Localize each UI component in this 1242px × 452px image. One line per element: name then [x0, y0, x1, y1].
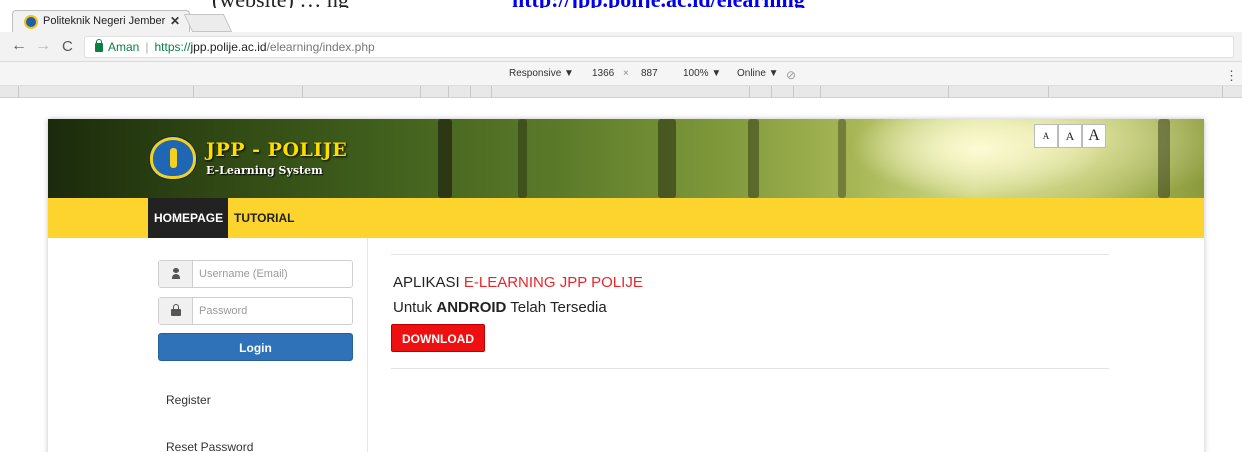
font-size-small-button[interactable]: A [1034, 124, 1058, 148]
banner-tree-trunk [438, 119, 452, 198]
network-throttle-dropdown[interactable]: Online ▼ [737, 68, 779, 79]
divider [391, 368, 1109, 369]
register-link[interactable]: Register [166, 393, 211, 407]
tab-strip: Politeknik Negeri Jember ✕ [0, 8, 1242, 32]
lock-icon [171, 304, 181, 316]
app-title-prefix: APLIKASI [393, 274, 464, 291]
app-announcement-subtitle: Untuk ANDROID Telah Tersedia [393, 299, 607, 316]
username-addon [159, 261, 193, 287]
device-toolbar: Responsive ▼ 1366 × 887 100% ▼ Online ▼ … [0, 62, 1242, 86]
reload-icon[interactable]: C [62, 38, 73, 55]
password-addon [159, 298, 193, 324]
url-separator: | [145, 40, 149, 54]
page-viewport: JPP - POLIJE E-Learning System A A A HOM… [0, 98, 1242, 452]
login-button[interactable]: Login [158, 333, 353, 361]
polije-logo-icon[interactable] [150, 137, 196, 179]
url-host: jpp.polije.ac.id [190, 40, 267, 54]
divider [391, 254, 1109, 255]
site-favicon-icon [24, 15, 38, 29]
main-content: APLIKASI E-LEARNING JPP POLIJE Untuk AND… [391, 238, 1109, 452]
nav-tutorial[interactable]: TUTORIAL [228, 198, 300, 238]
new-tab-button[interactable] [183, 14, 233, 32]
reset-password-link[interactable]: Reset Password [166, 440, 253, 452]
url-path: /elearning/index.php [266, 40, 375, 54]
font-size-switcher: A A A [1034, 124, 1106, 148]
username-input[interactable] [199, 266, 344, 282]
logo-title: JPP - POLIJE [206, 139, 348, 161]
logo-subtitle: E-Learning System [206, 164, 323, 177]
banner-tree-trunk [748, 119, 759, 198]
download-button[interactable]: DOWNLOAD [391, 324, 485, 352]
more-options-icon[interactable]: ⋮ [1225, 68, 1238, 84]
dimension-separator: × [623, 68, 629, 79]
banner-tree-trunk [518, 119, 527, 198]
subtitle-suffix: Telah Tersedia [506, 299, 607, 316]
secure-lock-icon [95, 39, 103, 52]
device-mode-dropdown[interactable]: Responsive ▼ [509, 68, 574, 79]
rotate-icon[interactable]: ⊘ [786, 68, 796, 82]
site-container: JPP - POLIJE E-Learning System A A A HOM… [48, 119, 1204, 452]
zoom-dropdown[interactable]: 100% ▼ [683, 68, 721, 79]
banner-tree-trunk [658, 119, 676, 198]
url-protocol: https:// [154, 40, 191, 54]
font-size-large-button[interactable]: A [1082, 124, 1106, 148]
password-input[interactable] [199, 303, 344, 319]
font-size-medium-button[interactable]: A [1058, 124, 1082, 148]
username-field[interactable] [158, 260, 353, 288]
subtitle-prefix: Untuk [393, 299, 437, 316]
tab-title: Politeknik Negeri Jember [43, 15, 166, 27]
browser-tab[interactable]: Politeknik Negeri Jember ✕ [12, 10, 190, 32]
media-query-ruler[interactable] [0, 86, 1242, 98]
url-input[interactable]: Aman | https://jpp.polije.ac.id/elearning/… [84, 36, 1234, 58]
viewport-height-input[interactable]: 887 [641, 68, 658, 79]
banner-tree-trunk [838, 119, 846, 198]
user-icon [172, 268, 180, 279]
main-nav: HOMEPAGE TUTORIAL [48, 198, 1204, 238]
back-arrow-icon[interactable]: ← [11, 37, 27, 55]
subtitle-platform: ANDROID [436, 299, 507, 316]
forward-arrow-icon[interactable]: → [35, 37, 51, 55]
app-name: E-LEARNING JPP POLIJE [463, 274, 643, 291]
header-banner: JPP - POLIJE E-Learning System A A A [48, 119, 1204, 198]
secure-label: Aman [108, 40, 140, 54]
banner-tree-trunk [1158, 119, 1170, 198]
nav-homepage[interactable]: HOMEPAGE [148, 198, 228, 238]
close-tab-icon[interactable]: ✕ [170, 14, 180, 28]
app-announcement-title: APLIKASI E-LEARNING JPP POLIJE [393, 274, 643, 291]
password-field[interactable] [158, 297, 353, 325]
viewport-width-input[interactable]: 1366 [592, 68, 614, 79]
login-sidebar: Login Register Reset Password [48, 238, 368, 452]
address-bar: ← → C Aman | https://jpp.polije.ac.id/elea… [0, 32, 1242, 62]
